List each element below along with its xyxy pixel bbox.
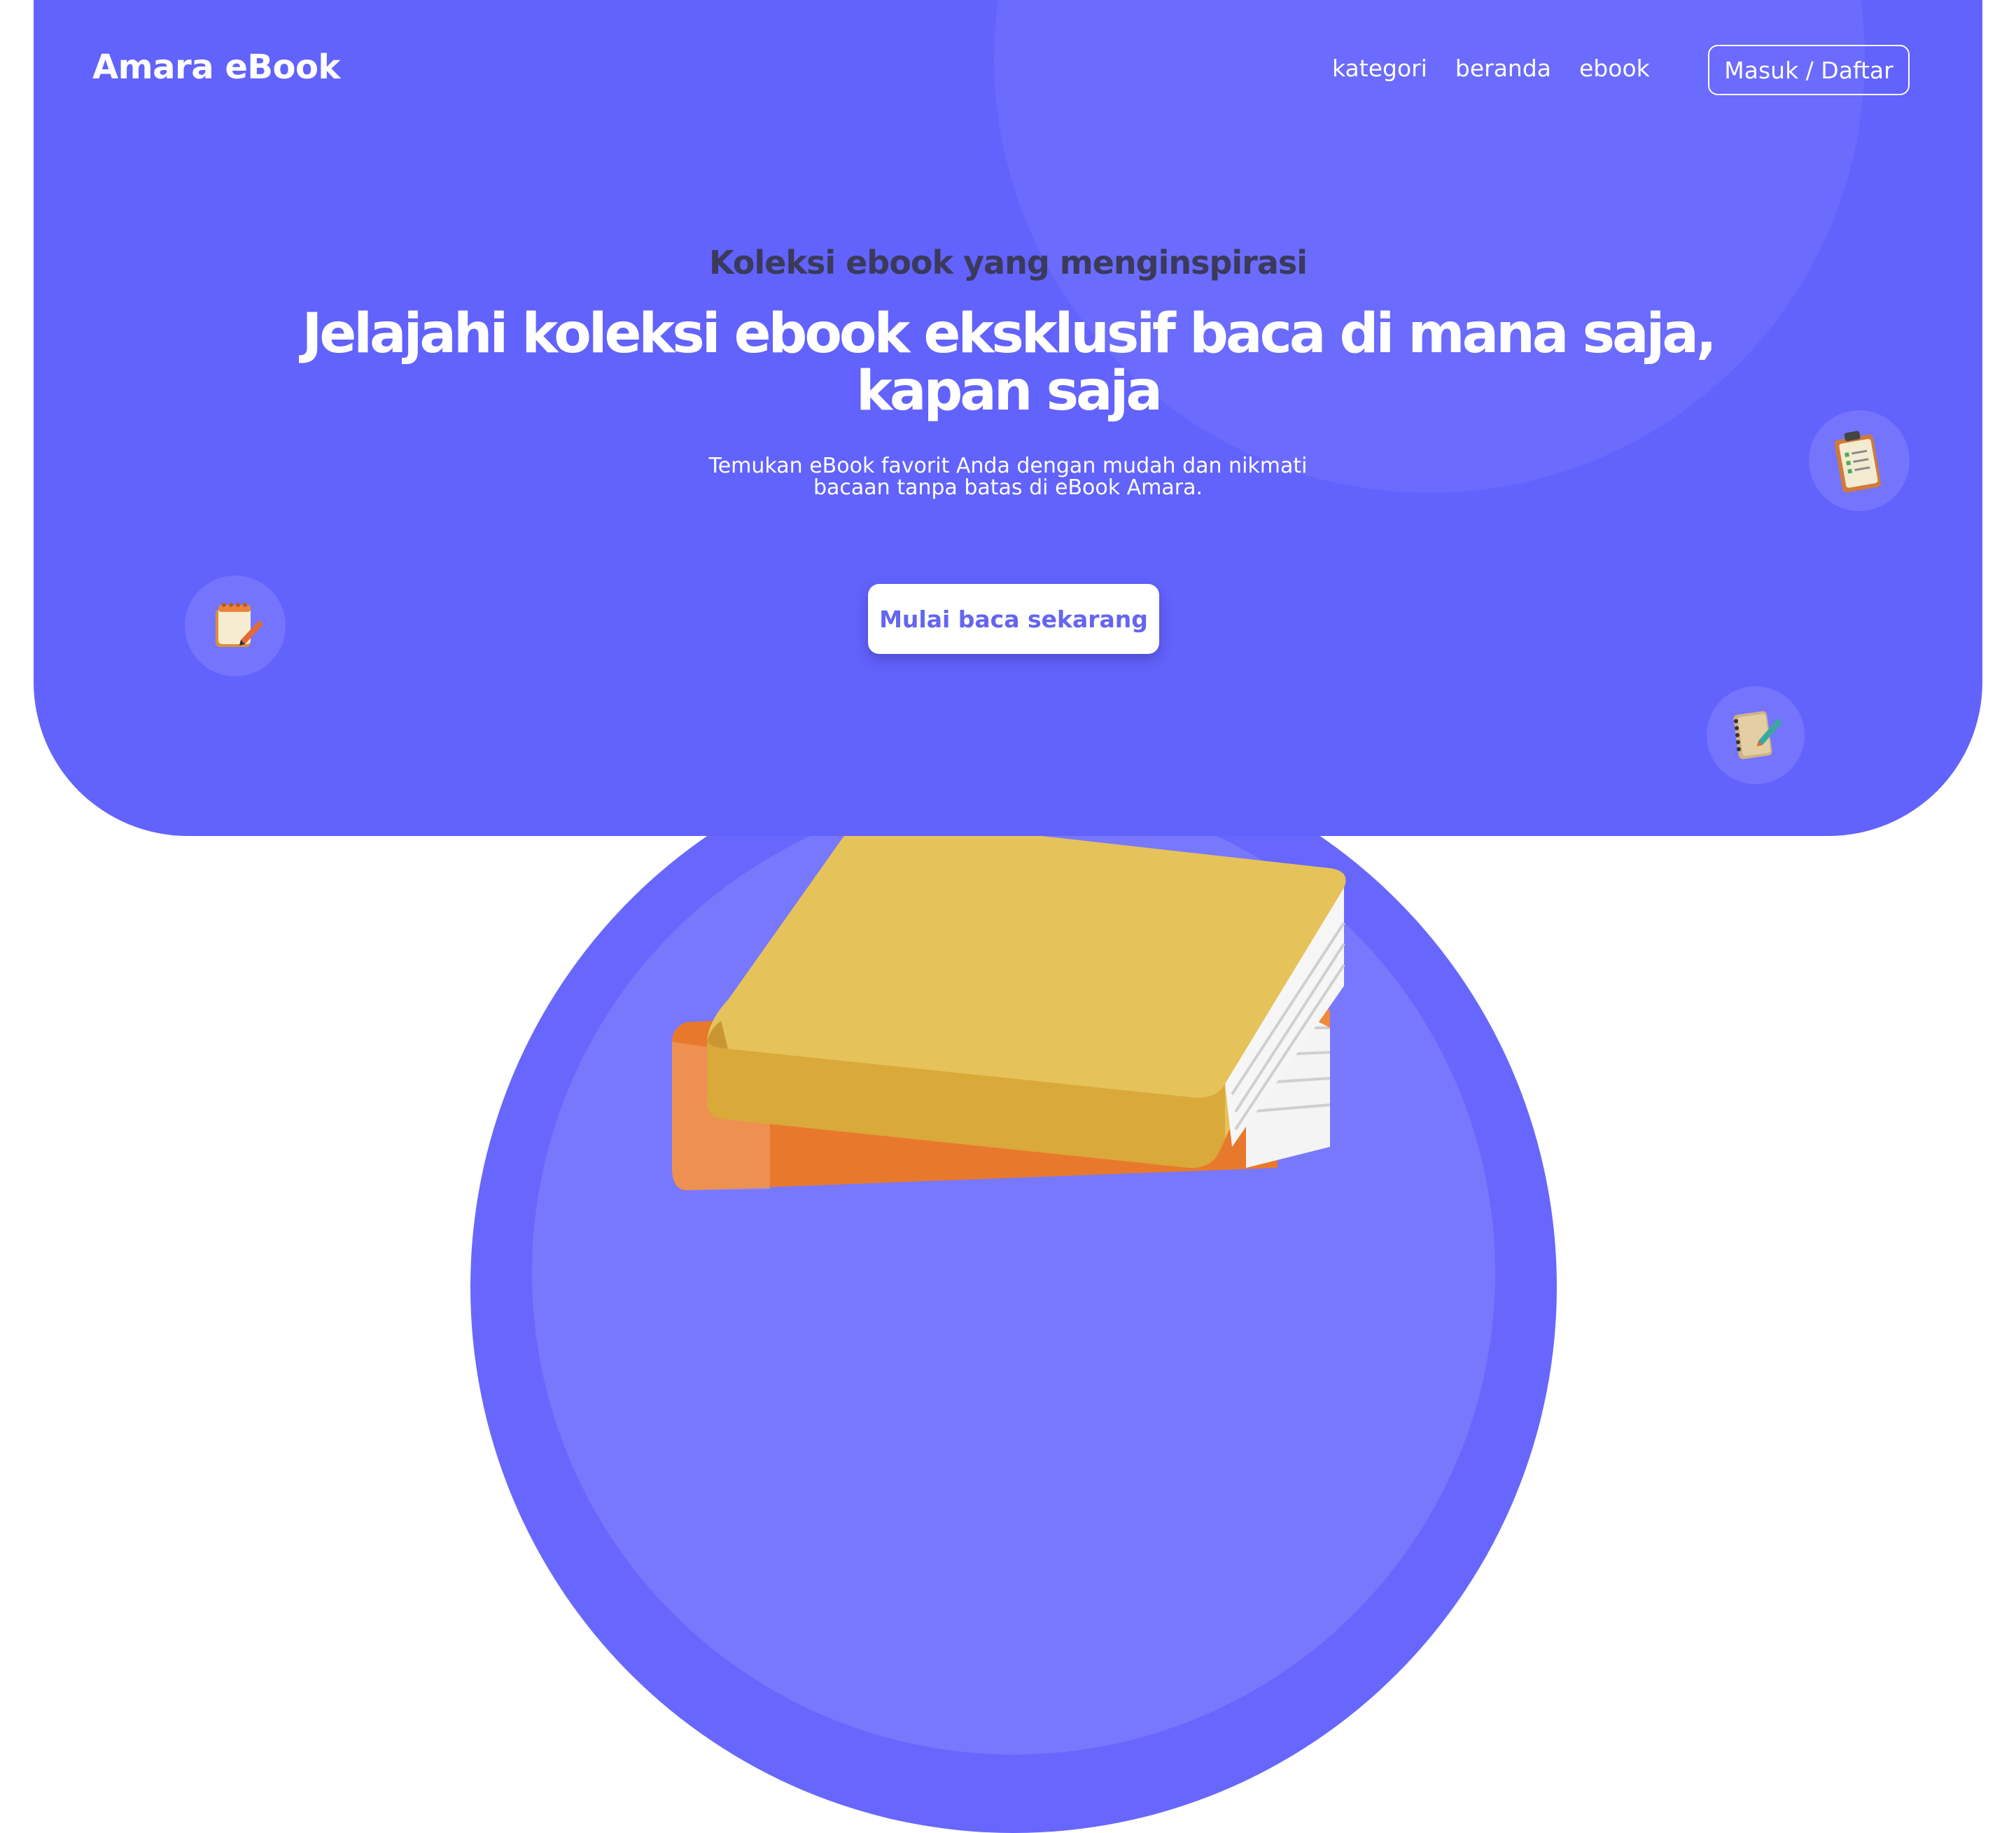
notebook-icon	[1733, 711, 1782, 760]
login-register-button[interactable]: Masuk / Daftar	[1708, 45, 1910, 95]
books-illustration	[672, 818, 1346, 1190]
nav-link-ebook[interactable]: ebook	[1579, 55, 1650, 82]
hero-subtext: Temukan eBook favorit Anda dengan mudah …	[708, 454, 1308, 500]
main-nav: kategori beranda ebook	[1332, 55, 1650, 82]
brand-logo[interactable]: Amara eBook	[92, 48, 340, 87]
notepad-icon	[216, 603, 263, 647]
clipboard-icon	[1834, 431, 1882, 493]
hero-eyebrow: Koleksi ebook yang menginspirasi	[708, 244, 1308, 281]
nav-link-kategori[interactable]: kategori	[1332, 55, 1427, 82]
hero-headline: Jelajahi koleksi ebook eksklusif baca di…	[302, 302, 1716, 423]
hero-section: Amara eBook kategori beranda ebook Masuk…	[34, 0, 1982, 836]
start-reading-button[interactable]: Mulai baca sekarang	[868, 584, 1159, 654]
notepad-icon-bubble	[185, 576, 286, 676]
notebook-icon-bubble	[1707, 686, 1805, 784]
clipboard-icon-bubble	[1809, 410, 1910, 511]
nav-link-beranda[interactable]: beranda	[1455, 55, 1551, 82]
